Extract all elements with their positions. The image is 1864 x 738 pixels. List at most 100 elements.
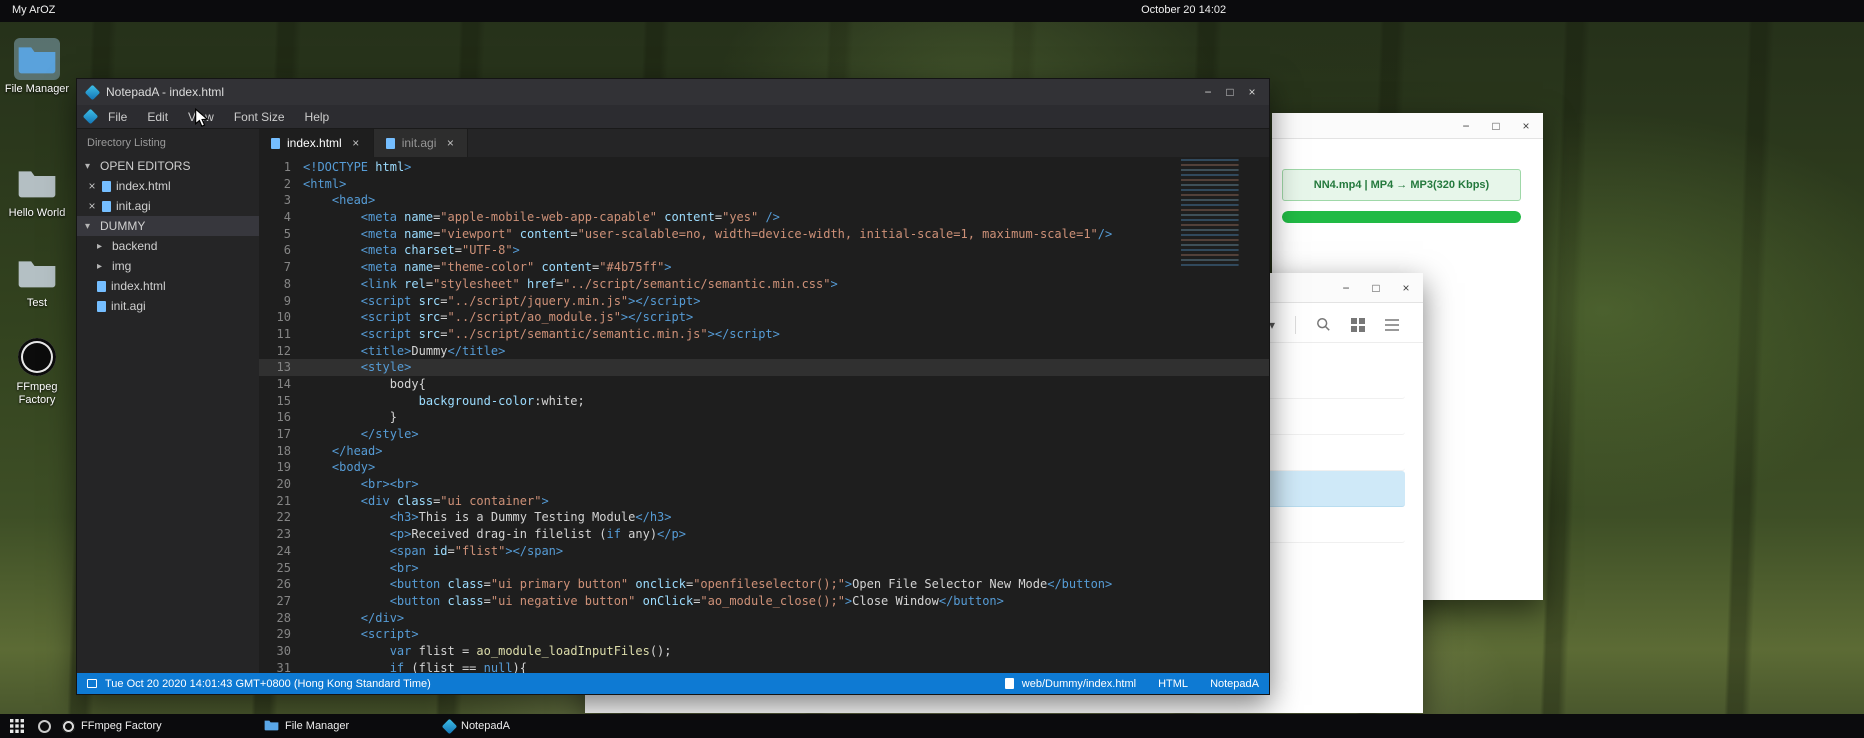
- ffmpeg-window-titlebar[interactable]: − □ ×: [1272, 113, 1543, 139]
- code-line[interactable]: 27 <button class="ui negative button" on…: [259, 593, 1269, 610]
- close-button[interactable]: ×: [1519, 120, 1533, 132]
- code-text: var flist = ao_module_loadInputFiles();: [303, 643, 672, 660]
- line-number: 22: [259, 509, 303, 526]
- status-language[interactable]: HTML: [1158, 678, 1188, 690]
- close-editor-icon[interactable]: ×: [87, 179, 97, 193]
- code-text: body{: [303, 376, 426, 393]
- code-line[interactable]: 30 var flist = ao_module_loadInputFiles(…: [259, 643, 1269, 660]
- code-line[interactable]: 1<!DOCTYPE html>: [259, 159, 1269, 176]
- code-line[interactable]: 6 <meta charset="UTF-8">: [259, 242, 1269, 259]
- status-appname: NotepadA: [1210, 678, 1259, 690]
- code-editor[interactable]: 1<!DOCTYPE html>2<html>3 <head>4 <meta n…: [259, 157, 1269, 673]
- folder-icon: [264, 719, 279, 734]
- code-lines: 1<!DOCTYPE html>2<html>3 <head>4 <meta n…: [259, 159, 1269, 673]
- taskbar-item-file-manager[interactable]: File Manager: [258, 714, 355, 738]
- code-line[interactable]: 3 <head>: [259, 192, 1269, 209]
- code-line[interactable]: 4 <meta name="apple-mobile-web-app-capab…: [259, 209, 1269, 226]
- code-text: </style>: [303, 426, 419, 443]
- desktop-icon-hello-world[interactable]: Hello World: [4, 162, 70, 220]
- open-editor-item[interactable]: ×index.html: [77, 176, 259, 196]
- notepad-statusbar: Tue Oct 20 2020 14:01:43 GMT+0800 (Hong …: [77, 673, 1269, 694]
- grid-view-icon[interactable]: [1351, 318, 1365, 332]
- tree-item-label: img: [112, 259, 131, 273]
- code-line[interactable]: 29 <script>: [259, 626, 1269, 643]
- ffmpeg-progress-fill: [1282, 211, 1521, 223]
- code-line[interactable]: 11 <script src="../script/semantic/seman…: [259, 326, 1269, 343]
- maximize-button[interactable]: □: [1489, 120, 1503, 132]
- code-line[interactable]: 21 <div class="ui container">: [259, 493, 1269, 510]
- code-line[interactable]: 31 if (flist == null){: [259, 660, 1269, 673]
- editor-minimap[interactable]: [1181, 159, 1261, 267]
- status-filepath[interactable]: web/Dummy/index.html: [1022, 678, 1136, 690]
- taskbar-item-notepada[interactable]: NotepadA: [438, 714, 516, 738]
- list-view-icon[interactable]: [1385, 319, 1399, 331]
- code-line[interactable]: 26 <button class="ui primary button" onc…: [259, 576, 1269, 593]
- line-number: 15: [259, 393, 303, 410]
- open-editors-section[interactable]: ▾ OPEN EDITORS: [77, 156, 259, 176]
- close-editor-icon[interactable]: ×: [87, 199, 97, 213]
- tree-item-img[interactable]: ▸img: [77, 256, 259, 276]
- editor-tab-index.html[interactable]: index.html×: [259, 129, 374, 157]
- file-icon: [1005, 678, 1014, 689]
- code-line[interactable]: 10 <script src="../script/ao_module.js">…: [259, 309, 1269, 326]
- code-line[interactable]: 12 <title>Dummy</title>: [259, 343, 1269, 360]
- taskbar-item-label: File Manager: [285, 720, 349, 732]
- menu-item-font-size[interactable]: Font Size: [224, 107, 295, 127]
- code-line[interactable]: 7 <meta name="theme-color" content="#4b7…: [259, 259, 1269, 276]
- maximize-button[interactable]: □: [1369, 282, 1383, 294]
- code-line[interactable]: 25 <br>: [259, 560, 1269, 577]
- code-line[interactable]: 28 </div>: [259, 610, 1269, 627]
- line-number: 14: [259, 376, 303, 393]
- code-line[interactable]: 18 </head>: [259, 443, 1269, 460]
- code-line[interactable]: 17 </style>: [259, 426, 1269, 443]
- menu-item-edit[interactable]: Edit: [137, 107, 178, 127]
- maximize-button[interactable]: □: [1223, 86, 1237, 98]
- minimize-button[interactable]: −: [1459, 120, 1473, 132]
- editor-tab-init.agi[interactable]: init.agi ×: [374, 129, 469, 157]
- search-icon[interactable]: [1316, 317, 1331, 332]
- minimize-button[interactable]: −: [1201, 86, 1215, 98]
- code-line[interactable]: 24 <span id="flist"></span>: [259, 543, 1269, 560]
- code-line[interactable]: 22 <h3>This is a Dummy Testing Module</h…: [259, 509, 1269, 526]
- minimize-button[interactable]: −: [1339, 282, 1353, 294]
- line-number: 1: [259, 159, 303, 176]
- code-line[interactable]: 13 <style>: [259, 359, 1269, 376]
- code-line[interactable]: 15 background-color:white;: [259, 393, 1269, 410]
- code-line[interactable]: 5 <meta name="viewport" content="user-sc…: [259, 226, 1269, 243]
- desktop-icon-ffmpeg-factory[interactable]: FFmpeg Factory: [4, 336, 70, 407]
- tree-item-index.html[interactable]: index.html: [77, 276, 259, 296]
- start-menu-icon[interactable]: [4, 714, 30, 738]
- code-line[interactable]: 20 <br><br>: [259, 476, 1269, 493]
- tree-item-backend[interactable]: ▸backend: [77, 236, 259, 256]
- code-line[interactable]: 23 <p>Received drag-in filelist (if any)…: [259, 526, 1269, 543]
- close-tab-icon[interactable]: ×: [445, 136, 455, 150]
- tree-item-label: init.agi: [111, 299, 146, 313]
- close-button[interactable]: ×: [1245, 86, 1259, 98]
- desktop-icon-test[interactable]: Test: [4, 252, 70, 310]
- show-desktop-icon[interactable]: [32, 714, 57, 738]
- close-tab-icon[interactable]: ×: [351, 136, 361, 150]
- code-line[interactable]: 8 <link rel="stylesheet" href="../script…: [259, 276, 1269, 293]
- code-text: <span id="flist"></span>: [303, 543, 563, 560]
- code-line[interactable]: 16 }: [259, 409, 1269, 426]
- desktop-icon-file-manager[interactable]: File Manager: [4, 38, 70, 96]
- file-icon: [271, 138, 280, 149]
- notepad-titlebar[interactable]: NotepadA - index.html − □ ×: [77, 79, 1269, 105]
- code-line[interactable]: 14 body{: [259, 376, 1269, 393]
- tree-item-label: index.html: [111, 279, 166, 293]
- tree-item-init.agi[interactable]: init.agi: [77, 296, 259, 316]
- aroz-brand[interactable]: My ArOZ: [12, 4, 55, 16]
- menu-item-help[interactable]: Help: [295, 107, 340, 127]
- tab-label: init.agi: [402, 136, 437, 150]
- folder-dummy-section[interactable]: ▾ DUMMY: [77, 216, 259, 236]
- open-editor-label: init.agi: [116, 199, 151, 213]
- code-line[interactable]: 9 <script src="../script/jquery.min.js">…: [259, 293, 1269, 310]
- line-number: 12: [259, 343, 303, 360]
- code-line[interactable]: 2<html>: [259, 176, 1269, 193]
- close-button[interactable]: ×: [1399, 282, 1413, 294]
- menu-item-file[interactable]: File: [98, 107, 137, 127]
- code-line[interactable]: 19 <body>: [259, 459, 1269, 476]
- desktop-icon-label: Test: [4, 297, 70, 310]
- taskbar-item-ffmpeg-factory[interactable]: FFmpeg Factory: [56, 714, 168, 738]
- open-editor-item[interactable]: × init.agi: [77, 196, 259, 216]
